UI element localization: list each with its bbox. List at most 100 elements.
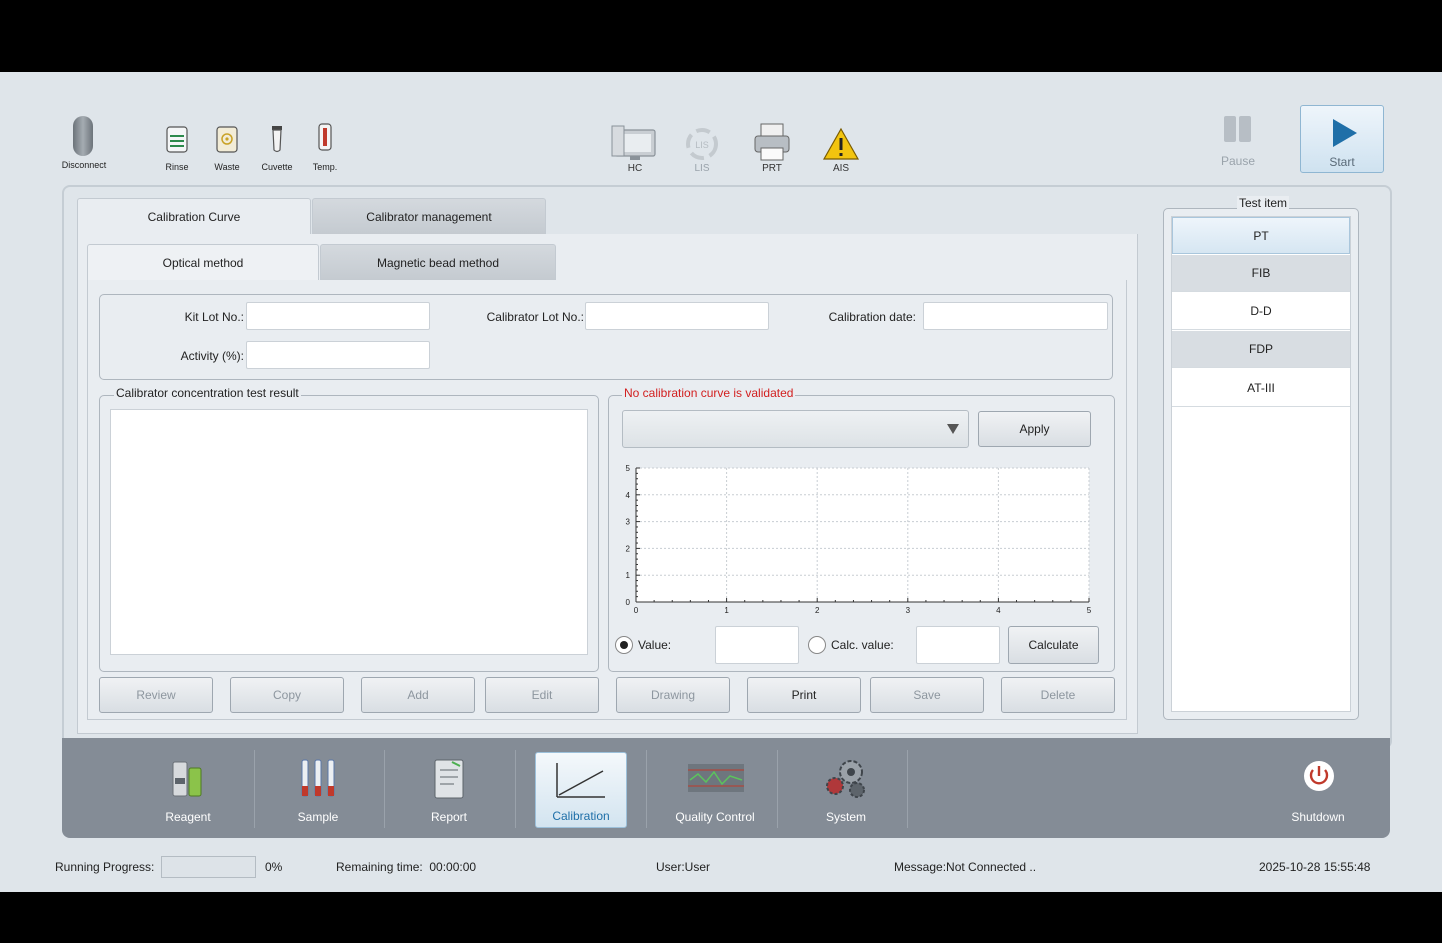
nav-system-label: System <box>825 810 866 824</box>
rinse-bottle-icon <box>166 126 188 153</box>
calibration-chart: 0 1 2 3 4 5 0 1 2 3 4 5 <box>626 464 1092 615</box>
tab-calibrator-management[interactable]: Calibrator management <box>312 198 546 235</box>
chart-x-tick-label: 3 <box>906 606 911 615</box>
lis-button[interactable]: LIS LIS <box>680 122 724 176</box>
lis-label: LIS <box>694 163 710 174</box>
nav-reagent[interactable]: Reagent <box>142 752 234 828</box>
rinse-status[interactable]: Rinse <box>162 122 192 174</box>
pause-icon <box>1224 116 1252 142</box>
apply-button[interactable]: Apply <box>978 411 1091 447</box>
lis-icon: LIS <box>686 128 718 160</box>
warning-icon <box>822 127 860 160</box>
calibration-date-label: Calibration date: <box>828 310 916 324</box>
test-item-at-iii[interactable]: AT-III <box>1172 370 1350 407</box>
edit-button[interactable]: Edit <box>485 677 599 713</box>
test-item-fib[interactable]: FIB <box>1172 255 1350 292</box>
pause-label: Pause <box>1220 154 1256 168</box>
waste-status[interactable]: Waste <box>212 122 242 174</box>
remaining-time: Remaining time: 00:00:00 <box>336 860 477 874</box>
chart-x-tick-label: 0 <box>634 606 639 615</box>
nav-quality-control[interactable]: Quality Control <box>662 752 768 828</box>
kit-lot-input[interactable] <box>246 302 430 330</box>
tab-optical-method[interactable]: Optical method <box>87 244 319 281</box>
value-input[interactable] <box>715 626 799 664</box>
nav-separator <box>907 750 908 828</box>
pause-button[interactable]: Pause <box>1210 110 1266 172</box>
nav-calibration-label: Calibration <box>552 809 610 823</box>
calc-value-radio[interactable] <box>808 636 826 654</box>
calibration-chart-icon <box>556 763 605 798</box>
disconnect-button[interactable]: Disconnect <box>60 112 110 174</box>
reagent-bottles-icon <box>172 761 202 797</box>
save-button[interactable]: Save <box>870 677 984 713</box>
print-button[interactable]: Print <box>747 677 861 713</box>
copy-button[interactable]: Copy <box>230 677 344 713</box>
value-radio-dot <box>620 641 628 649</box>
connection-status-icon <box>73 116 93 156</box>
value-radio[interactable] <box>615 636 633 654</box>
chart-y-tick-label: 5 <box>626 464 631 473</box>
cuvette-icon <box>272 126 282 153</box>
nav-separator <box>254 750 255 828</box>
nav-system[interactable]: System <box>800 752 892 828</box>
chart-y-tick-label: 3 <box>626 518 631 527</box>
chart-y-tick-label: 4 <box>626 491 631 500</box>
chart-y-tick-label: 0 <box>626 598 631 607</box>
quality-control-chart-icon <box>688 764 744 792</box>
activity-label: Activity (%): <box>180 349 244 363</box>
start-button[interactable]: Start <box>1300 105 1384 173</box>
thermometer-icon <box>318 123 332 151</box>
current-user: User:User <box>656 860 711 874</box>
start-label: Start <box>1329 155 1355 169</box>
nav-report-label: Report <box>430 810 468 824</box>
hc-button[interactable]: HC <box>608 122 662 176</box>
activity-input[interactable] <box>246 341 430 369</box>
cuvette-status[interactable]: Cuvette <box>261 122 293 174</box>
nav-sample-label: Sample <box>297 810 339 824</box>
temperature-status[interactable]: Temp. <box>310 122 340 174</box>
prt-label: PRT <box>762 163 782 174</box>
bottom-nav-bar: Reagent Sample Report Calibration Qualit… <box>62 738 1390 838</box>
chart-x-tick-label: 2 <box>815 606 820 615</box>
nav-calibration[interactable]: Calibration <box>535 752 627 828</box>
test-item-fdp[interactable]: FDP <box>1172 331 1350 368</box>
chart-plot-area <box>636 468 1089 602</box>
running-progress-bar <box>161 856 256 878</box>
chart-y-tick-label: 2 <box>626 544 631 553</box>
test-item-pt[interactable]: PT <box>1172 217 1350 254</box>
printer-button[interactable]: PRT <box>748 122 796 176</box>
review-button[interactable]: Review <box>99 677 213 713</box>
test-result-title: Calibrator concentration test result <box>114 386 301 400</box>
system-gears-icon <box>826 760 865 798</box>
nav-report[interactable]: Report <box>403 752 495 828</box>
ais-button[interactable]: AIS <box>818 122 864 176</box>
nav-quality-control-label: Quality Control <box>675 810 755 824</box>
rinse-label: Rinse <box>165 162 189 172</box>
tab-magnetic-bead-method[interactable]: Magnetic bead method <box>320 244 556 281</box>
calibrator-lot-input[interactable] <box>585 302 769 330</box>
test-result-list[interactable] <box>110 409 588 655</box>
drawing-button[interactable]: Drawing <box>616 677 730 713</box>
delete-button[interactable]: Delete <box>1001 677 1115 713</box>
host-computer-icon <box>611 125 656 160</box>
printer-icon <box>754 123 790 161</box>
calibration-date-input[interactable] <box>923 302 1108 330</box>
value-label: Value: <box>638 638 672 652</box>
curve-select-dropdown[interactable] <box>622 410 969 448</box>
status-message: Message:Not Connected .. <box>894 860 1037 874</box>
chart-x-tick-label: 5 <box>1087 606 1092 615</box>
cuvette-label: Cuvette <box>261 162 293 172</box>
report-document-icon <box>434 759 464 799</box>
curve-status-title: No calibration curve is validated <box>622 386 796 400</box>
calc-value-input[interactable] <box>916 626 1000 664</box>
current-datetime: 2025-10-28 15:55:48 <box>1259 860 1371 874</box>
test-item-d-d[interactable]: D-D <box>1172 293 1350 330</box>
add-button[interactable]: Add <box>361 677 475 713</box>
nav-sample[interactable]: Sample <box>272 752 364 828</box>
calculate-button[interactable]: Calculate <box>1008 626 1099 664</box>
nav-shutdown[interactable]: Shutdown <box>1272 752 1364 828</box>
tab-calibration-curve[interactable]: Calibration Curve <box>77 198 311 235</box>
chart-x-tick-label: 4 <box>996 606 1001 615</box>
svg-text:LIS: LIS <box>695 140 709 150</box>
running-progress-label: Running Progress: <box>55 860 155 874</box>
